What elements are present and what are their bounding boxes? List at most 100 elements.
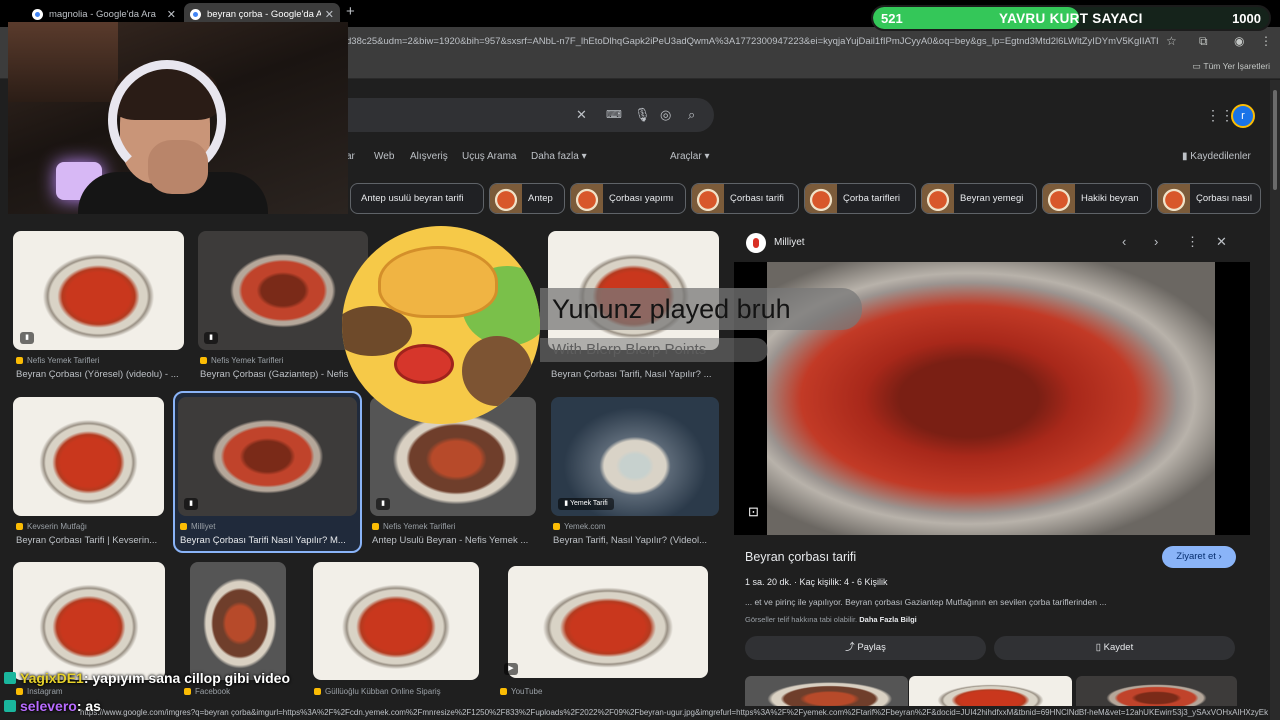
burger-alert-icon <box>342 226 540 424</box>
chat-badge-icon <box>4 700 16 712</box>
chip-thumbnail <box>1158 184 1190 213</box>
share-button[interactable]: ⤴ Paylaş <box>745 636 986 660</box>
chat-text: : yapıyım sana cillop gibi video <box>83 670 290 686</box>
follower-counter: 521 YAVRU KURT SAYACI 1000 <box>871 5 1271 31</box>
page-scrollbar[interactable] <box>1270 80 1280 720</box>
result-title[interactable]: Beyran Tarifi, Nasıl Yapılır? (Videol... <box>553 535 719 546</box>
result-source: Nefis Yemek Tarifleri <box>372 522 455 531</box>
account-avatar[interactable]: r <box>1231 104 1255 128</box>
result-image[interactable] <box>13 562 165 680</box>
result-source: YouTube <box>500 687 542 696</box>
chat-username: YagixDE1 <box>20 670 84 686</box>
result-title[interactable]: Beyran Çorbası Tarifi, Nasıl Yapılır? ..… <box>551 369 719 380</box>
video-badge-icon: ▮ <box>20 332 34 344</box>
yemek-tarifi-badge: ▮ Yemek Tarifi <box>558 498 614 510</box>
visit-button[interactable]: Ziyaret et › <box>1162 546 1236 568</box>
chip-corbasi-yapimi[interactable]: Çorbası yapımı <box>570 183 686 214</box>
address-bar-url[interactable]: d38c25&udm=2&biw=1920&bih=957&sxsrf=ANbL… <box>346 33 1158 51</box>
chip-label: Beyran yemegi <box>960 193 1024 204</box>
nav-tab-flights[interactable]: Uçuş Arama <box>462 151 516 162</box>
copyright-text: Görseller telif hakkına tabi olabilir. <box>745 615 858 624</box>
chip-thumbnail <box>922 184 954 213</box>
video-badge-icon: ▮ <box>376 498 390 510</box>
close-tab-icon[interactable]: ✕ <box>167 8 176 21</box>
share-label: Paylaş <box>857 642 886 653</box>
chip-hakiki-beyran[interactable]: Hakiki beyran <box>1042 183 1152 214</box>
recipe-servings: Kaç kişilik: 4 - 6 Kişilik <box>799 577 888 587</box>
status-url: https://www.google.com/imgres?q=beyran ç… <box>0 706 1268 720</box>
tools-button[interactable]: Araçlar ▾ <box>670 151 709 162</box>
result-title[interactable]: Beyran Çorbası (Gaziantep) - Nefis <box>200 369 352 380</box>
chip-corbasi-nasil[interactable]: Çorbası nasıl <box>1157 183 1261 214</box>
result-image[interactable] <box>178 397 357 516</box>
chip-corbasi-tarifi[interactable]: Çorbası tarifi <box>691 183 799 214</box>
microphone-icon[interactable]: 🎙 <box>634 107 651 123</box>
scrollbar-thumb[interactable] <box>1273 90 1277 190</box>
chat-message: YagixDE1: yapıyım sana cillop gibi video <box>0 670 290 686</box>
menu-icon[interactable]: ⋮ <box>1260 34 1272 48</box>
panel-site-name[interactable]: Milliyet <box>774 237 805 248</box>
all-bookmarks-button[interactable]: Tüm Yer İşaretleri <box>1192 61 1270 72</box>
nav-tab-shopping[interactable]: Alışveriş <box>410 151 448 162</box>
saved-label: Kaydedilenler <box>1190 151 1251 162</box>
result-image[interactable] <box>13 231 184 350</box>
panel-title[interactable]: Beyran çorbası tarifi <box>745 550 856 564</box>
alert-subtitle: With Blerp Blerp Points <box>552 341 707 358</box>
result-source: Milliyet <box>180 522 215 531</box>
result-image[interactable] <box>190 562 286 680</box>
chip-label: Çorbası yapımı <box>609 193 674 204</box>
nav-tab-web[interactable]: Web <box>374 151 394 162</box>
chat-username: selevero <box>20 698 77 714</box>
chat-text: : as <box>76 698 101 714</box>
chip-thumbnail <box>490 184 522 213</box>
tab-title: magnolia - Google'da Ara <box>49 8 156 20</box>
search-icon[interactable]: ⌕ <box>688 107 695 123</box>
result-title[interactable]: Beyran Çorbası Tarifi Nasıl Yapılır? M..… <box>180 535 358 546</box>
next-icon[interactable]: › <box>1154 234 1158 249</box>
close-panel-icon[interactable]: ✕ <box>1216 234 1227 250</box>
video-badge-icon: ▮ <box>204 332 218 344</box>
milliyet-logo-icon <box>746 233 766 253</box>
more-info-link[interactable]: Daha Fazla Bilgi <box>859 615 917 624</box>
result-source: Instagram <box>16 687 63 696</box>
result-title[interactable]: Beyran Çorbası (Yöresel) (videolu) - ... <box>16 369 184 380</box>
save-label: Kaydet <box>1103 642 1134 653</box>
result-image[interactable] <box>13 397 164 516</box>
chip-beyran-yemegi[interactable]: Beyran yemegi <box>921 183 1037 214</box>
close-tab-icon[interactable]: ✕ <box>325 8 334 21</box>
result-source: Facebook <box>184 687 230 696</box>
chip-antep[interactable]: Antep <box>489 183 565 214</box>
chip-antep-usulu[interactable]: Antep usulü beyran tarifi <box>350 183 484 214</box>
new-tab-icon[interactable]: + <box>346 3 355 20</box>
result-source: Yemek.com <box>553 522 606 531</box>
profile-icon[interactable]: ◉ <box>1234 34 1244 48</box>
result-image[interactable] <box>313 562 479 680</box>
nav-tab-more[interactable]: Daha fazla ▾ <box>531 151 587 162</box>
save-button[interactable]: ▯ Kaydet <box>994 636 1235 660</box>
google-apps-icon[interactable]: ⋮⋮ <box>1206 107 1234 124</box>
chip-corba-tarifleri[interactable]: Çorba tarifleri <box>804 183 916 214</box>
saved-button[interactable]: ▮ Kaydedilenler <box>1182 151 1251 162</box>
google-favicon-icon <box>32 8 43 20</box>
lens-icon[interactable]: ◎ <box>660 107 671 123</box>
chip-label: Çorba tarifleri <box>843 193 901 204</box>
counter-current: 521 <box>881 11 903 26</box>
result-title[interactable]: Antep Usulü Beyran - Nefis Yemek ... <box>372 535 536 546</box>
bookmark-star-icon[interactable]: ☆ <box>1166 34 1177 48</box>
extensions-icon[interactable]: ⧉ <box>1199 34 1208 49</box>
chat-badge-icon <box>4 672 16 684</box>
keyboard-icon[interactable]: ⌨ <box>606 108 622 121</box>
clear-search-icon[interactable]: ✕ <box>576 107 587 123</box>
result-title[interactable]: Beyran Çorbası Tarifi | Kevserin... <box>16 535 166 546</box>
result-source: Nefis Yemek Tarifleri <box>16 356 99 365</box>
lens-search-icon[interactable]: ⊡ <box>748 504 759 520</box>
counter-max: 1000 <box>1232 11 1261 26</box>
chip-label: Hakiki beyran <box>1081 193 1139 204</box>
google-favicon-icon <box>190 8 201 20</box>
previous-icon[interactable]: ‹ <box>1122 234 1126 249</box>
more-options-icon[interactable]: ⋮ <box>1186 234 1199 250</box>
search-box[interactable]: ✕ ⌨ 🎙 ◎ ⌕ <box>300 98 714 132</box>
chip-label: Antep <box>528 193 553 204</box>
webcam-overlay <box>8 22 348 214</box>
result-image[interactable] <box>508 566 708 678</box>
